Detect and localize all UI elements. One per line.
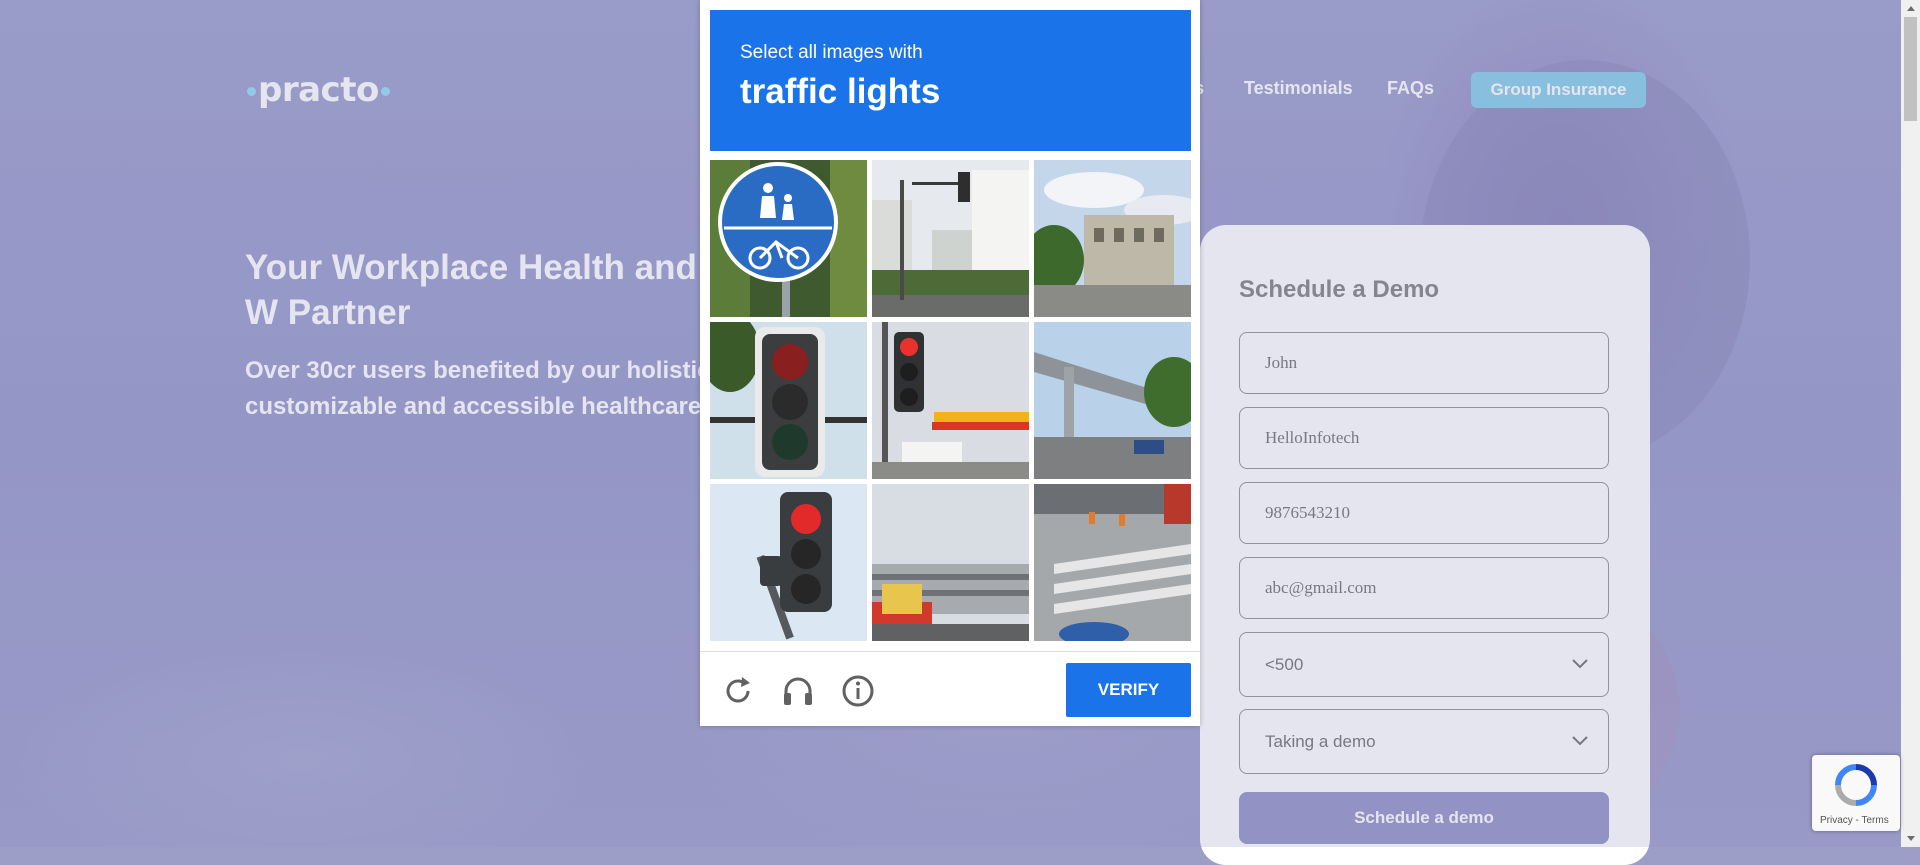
captcha-tile-building-street[interactable] bbox=[1034, 160, 1191, 317]
captcha-tile-parking-garage[interactable] bbox=[872, 484, 1029, 641]
verify-button[interactable]: VERIFY bbox=[1066, 663, 1191, 717]
captcha-tile-traffic-light-closeup[interactable] bbox=[710, 322, 867, 479]
captcha-tile-traffic-light-gas-station[interactable] bbox=[872, 322, 1029, 479]
captcha-target: traffic lights bbox=[740, 72, 941, 111]
captcha-tile-traffic-light-sky[interactable] bbox=[710, 484, 867, 641]
audio-challenge-icon[interactable] bbox=[780, 673, 816, 709]
scroll-up-icon[interactable] bbox=[1907, 6, 1915, 11]
scroll-down-icon[interactable] bbox=[1907, 836, 1915, 841]
scrollbar[interactable] bbox=[1901, 0, 1920, 847]
captcha-tile-bike-sign[interactable] bbox=[710, 160, 867, 317]
recaptcha-badge[interactable]: Privacy - Terms bbox=[1812, 755, 1900, 831]
captcha-dialog: Select all images with traffic lights VE… bbox=[700, 0, 1200, 726]
captcha-tile-street-traffic-light[interactable] bbox=[872, 160, 1029, 317]
captcha-tile-crosswalk[interactable] bbox=[1034, 484, 1191, 641]
recaptcha-logo-icon bbox=[1835, 764, 1877, 806]
captcha-prompt: Select all images with bbox=[740, 42, 923, 63]
info-icon[interactable] bbox=[840, 673, 876, 709]
captcha-tile-overpass[interactable] bbox=[1034, 322, 1191, 479]
captcha-header: Select all images with traffic lights bbox=[710, 10, 1191, 151]
recaptcha-terms[interactable]: Privacy - Terms bbox=[1820, 815, 1889, 826]
captcha-divider bbox=[700, 651, 1200, 652]
reload-icon[interactable] bbox=[720, 673, 756, 709]
scroll-thumb[interactable] bbox=[1904, 17, 1917, 121]
